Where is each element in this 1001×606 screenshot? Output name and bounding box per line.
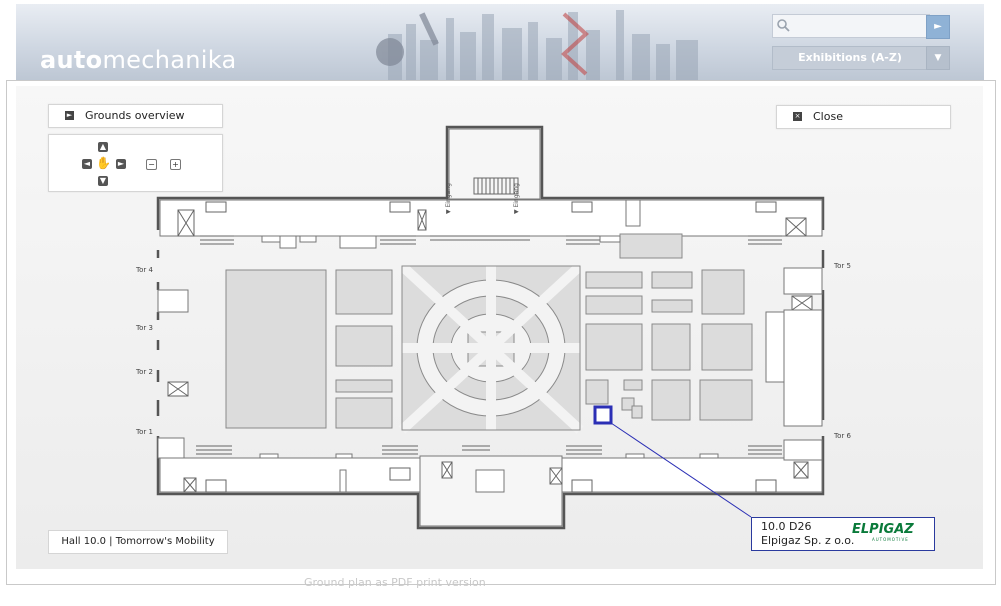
gate-label: Tor 3 [136, 324, 153, 332]
map-navigation-panel: ▲ ◄ ✋ ► ▼ − + [48, 134, 223, 192]
search-submit-button[interactable]: ► [926, 15, 950, 39]
pan-down-icon[interactable]: ▼ [98, 176, 108, 186]
exhibitions-select[interactable]: Exhibitions (A-Z) [772, 46, 928, 70]
gate-label: Tor 1 [136, 428, 153, 436]
hand-pan-icon[interactable]: ✋ [96, 156, 111, 170]
close-label: Close [813, 110, 843, 123]
pdf-print-link[interactable]: Ground plan as PDF print version [304, 576, 486, 589]
hall-label: Hall 10.0 | Tomorrow's Mobility [48, 530, 228, 554]
chevron-down-icon[interactable]: ▼ [926, 46, 950, 70]
arrow-right-icon: ► [934, 21, 942, 32]
close-button[interactable]: × Close [776, 105, 951, 129]
automechanika-logo[interactable]: automechanika [40, 46, 236, 74]
close-icon: × [793, 112, 802, 121]
pan-up-icon[interactable]: ▲ [98, 142, 108, 152]
arrow-right-icon: ► [65, 111, 74, 120]
search-icon [777, 19, 790, 32]
pan-left-icon[interactable]: ◄ [82, 159, 92, 169]
stand-number: 10.0 D26 [761, 520, 812, 533]
search-box [772, 14, 930, 38]
gate-label: Tor 5 [834, 262, 851, 270]
zoom-out-icon[interactable]: − [146, 159, 157, 170]
grounds-overview-button[interactable]: ► Grounds overview [48, 104, 223, 128]
pan-right-icon[interactable]: ► [116, 159, 126, 169]
svg-text:▼ Eingang: ▼ Eingang [513, 183, 520, 214]
stand-tooltip[interactable]: 10.0 D26 Elpigaz Sp. z o.o. ELPIGAZ AUTO… [751, 517, 935, 551]
gate-label: Tor 2 [136, 368, 153, 376]
grounds-overview-label: Grounds overview [85, 109, 185, 122]
gate-label: Tor 6 [834, 432, 851, 440]
zoom-in-icon[interactable]: + [170, 159, 181, 170]
company-name: Elpigaz Sp. z o.o. [761, 534, 855, 547]
search-input[interactable] [793, 17, 927, 35]
elpigaz-logo: ELPIGAZ AUTOMOTIVE [852, 522, 914, 542]
svg-text:▼ Eingang: ▼ Eingang [445, 183, 452, 214]
gate-label: Tor 4 [136, 266, 153, 274]
